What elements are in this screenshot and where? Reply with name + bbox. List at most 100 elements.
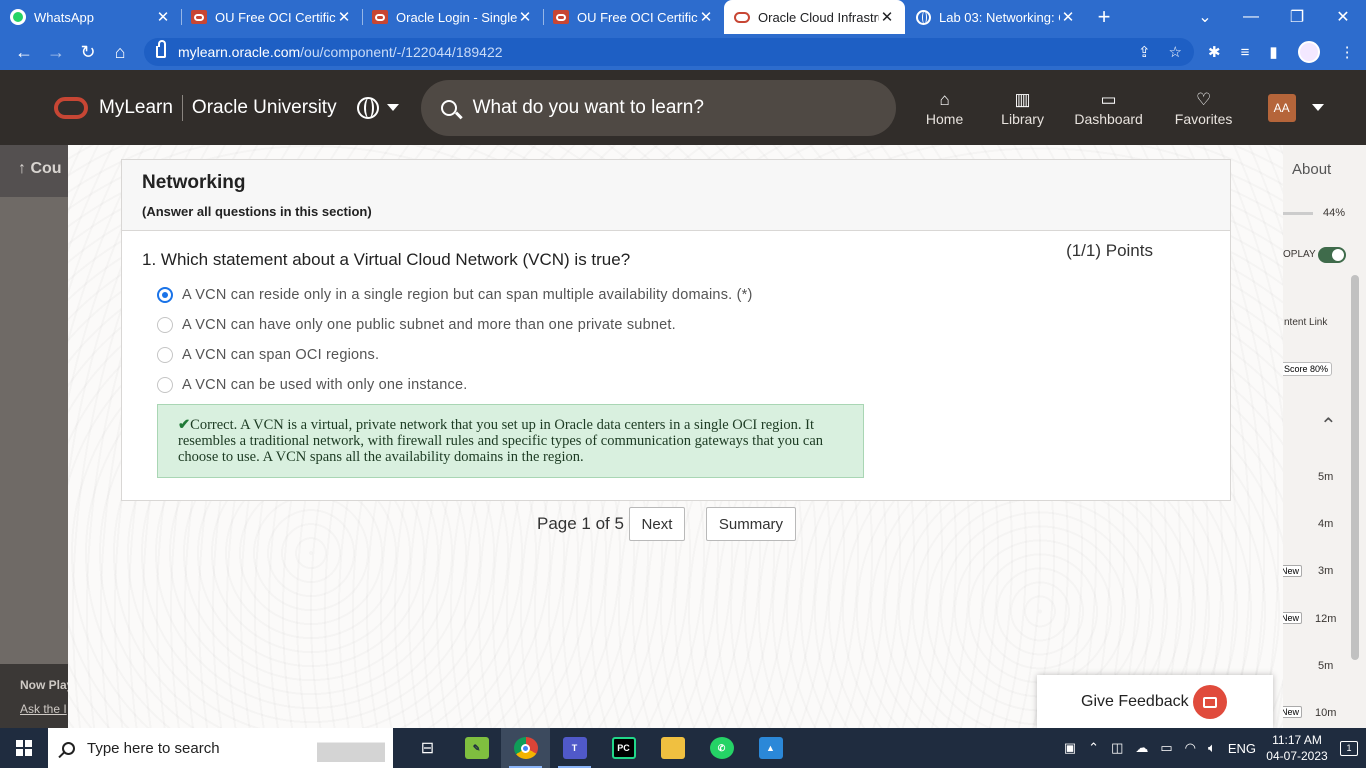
search-icon <box>62 741 75 755</box>
globe-icon[interactable] <box>356 96 379 119</box>
background-left-panel <box>0 145 68 728</box>
new-badge: New <box>1280 565 1302 577</box>
news-widget-icon[interactable]: ▣ <box>1064 740 1076 756</box>
summary-button[interactable]: Summary <box>705 507 796 541</box>
page-indicator: Page 1 of 5 <box>537 514 624 533</box>
tab-ou-free-oci-1[interactable]: OU Free OCI Certificat ✕ <box>181 0 362 34</box>
next-button[interactable]: Next <box>628 507 685 541</box>
teams-icon[interactable]: T <box>550 728 599 768</box>
ask-link[interactable]: Ask the I <box>20 702 68 716</box>
tab-lab-03-networking[interactable]: Lab 03: Networking: O ✕ <box>905 0 1086 34</box>
reload-icon[interactable]: ↻ <box>72 36 104 68</box>
start-button[interactable] <box>0 728 48 768</box>
clock-time: 11:17 AM <box>1272 733 1322 747</box>
battery-icon[interactable]: ▭ <box>1160 740 1172 756</box>
share-icon[interactable]: ⇪ <box>1138 43 1151 61</box>
taskbar-apps: ⊟ ✎ T PC ✆ ▲ <box>403 728 795 768</box>
tab-oracle-cloud-infrastructure[interactable]: Oracle Cloud Infrastru ✕ <box>724 0 905 34</box>
new-tab-button[interactable]: + <box>1086 0 1122 34</box>
radio-unchecked[interactable] <box>157 377 173 393</box>
search-placeholder: What do you want to learn? <box>472 96 704 118</box>
profile-avatar[interactable] <box>1297 41 1320 63</box>
tab-oracle-login[interactable]: Oracle Login - Single S ✕ <box>362 0 543 34</box>
chevron-down-icon[interactable] <box>1311 104 1324 111</box>
content-link[interactable]: ntent Link <box>1284 317 1327 328</box>
pycharm-icon[interactable]: PC <box>599 728 648 768</box>
notification-center-icon[interactable]: 1 <box>1332 740 1366 756</box>
taskbar-search-input[interactable]: Type here to search <box>48 728 393 768</box>
file-explorer-icon[interactable] <box>648 728 697 768</box>
quiz-modal: Networking (Answer all questions in this… <box>68 145 1283 728</box>
whatsapp-icon[interactable]: ✆ <box>697 728 746 768</box>
nav-home[interactable]: ⌂ Home <box>906 89 984 127</box>
back-arrow-icon[interactable]: ← <box>8 36 40 68</box>
photos-icon[interactable]: ▲ <box>746 728 795 768</box>
volume-icon[interactable]: 🔈︎ <box>1208 740 1216 756</box>
tab-search-chevron-icon[interactable]: ⌄ <box>1182 7 1228 27</box>
more-menu-icon[interactable]: ⋮ <box>1340 43 1355 61</box>
option-text: A VCN can be used with only one instance… <box>182 377 468 393</box>
chevron-down-icon[interactable] <box>386 104 399 111</box>
restore-button[interactable]: ❐ <box>1274 7 1320 27</box>
brand-name[interactable]: MyLearn <box>99 97 173 119</box>
clock[interactable]: 11:17 AM 04-07-2023 <box>1262 732 1332 764</box>
nav-favorites[interactable]: ♡ Favorites <box>1156 89 1252 127</box>
mylearn-header: MyLearn Oracle University What do you wa… <box>0 70 1366 145</box>
progress-bar <box>1283 212 1313 215</box>
notepad-icon[interactable]: ✎ <box>452 728 501 768</box>
side-panel-icon[interactable]: ▮ <box>1269 43 1277 61</box>
wifi-icon[interactable]: ◠ <box>1185 740 1196 756</box>
language-indicator[interactable]: ENG <box>1228 741 1256 756</box>
scrollbar[interactable] <box>1351 275 1359 660</box>
lock-icon[interactable] <box>156 40 166 58</box>
radio-unchecked[interactable] <box>157 317 173 333</box>
chrome-icon[interactable] <box>501 728 550 768</box>
media-control-icon[interactable]: ≡ <box>1241 44 1250 61</box>
close-icon[interactable]: ✕ <box>879 8 895 26</box>
home-icon[interactable]: ⌂ <box>104 36 136 68</box>
task-view-icon[interactable]: ⊟ <box>403 728 452 768</box>
back-to-course[interactable]: ↑ Cou <box>0 145 68 197</box>
score-badge: Score 80% <box>1280 362 1332 376</box>
forward-arrow-icon[interactable]: → <box>40 36 72 68</box>
onedrive-icon[interactable]: ☁ <box>1135 740 1148 756</box>
about-tab[interactable]: About <box>1292 161 1331 178</box>
close-icon[interactable]: ✕ <box>517 8 533 26</box>
radio-unchecked[interactable] <box>157 347 173 363</box>
bookmark-star-icon[interactable]: ☆ <box>1169 43 1182 61</box>
close-icon[interactable]: ✕ <box>698 8 714 26</box>
address-bar[interactable]: mylearn.oracle.com/ou/component/-/122044… <box>144 38 1194 66</box>
oracle-logo[interactable] <box>54 96 88 119</box>
chevron-up-icon[interactable]: ⌃ <box>1088 740 1099 756</box>
option-text: A VCN can have only one public subnet an… <box>182 317 676 333</box>
user-avatar[interactable]: AA <box>1267 93 1296 122</box>
chevron-up-icon[interactable]: ⌃ <box>1320 413 1337 438</box>
close-icon[interactable]: ✕ <box>1060 8 1076 26</box>
tab-title: WhatsApp <box>34 9 94 25</box>
nav-library[interactable]: ▥ Library <box>984 89 1062 127</box>
answer-option[interactable]: A VCN can be used with only one instance… <box>157 370 753 400</box>
give-feedback-button[interactable]: Give Feedback <box>1037 675 1273 728</box>
org-name: Oracle University <box>191 96 337 118</box>
search-input[interactable]: What do you want to learn? <box>420 79 896 136</box>
answer-option[interactable]: A VCN can reside only in a single region… <box>157 280 753 310</box>
radio-checked[interactable] <box>157 287 173 303</box>
tab-title: Oracle Cloud Infrastru <box>758 9 879 25</box>
duration: 3m <box>1318 565 1334 577</box>
answer-option[interactable]: A VCN can have only one public subnet an… <box>157 310 753 340</box>
option-text: A VCN can reside only in a single region… <box>182 287 753 303</box>
meet-icon[interactable]: ◫ <box>1111 740 1123 756</box>
tab-ou-free-oci-2[interactable]: OU Free OCI Certificat ✕ <box>543 0 724 34</box>
autoplay-label: OPLAY <box>1283 249 1316 260</box>
nav-dashboard[interactable]: ▭ Dashboard <box>1062 89 1156 127</box>
close-window-button[interactable]: ✕ <box>1320 7 1366 27</box>
tab-whatsapp[interactable]: WhatsApp ✕ <box>0 0 181 34</box>
minimize-button[interactable]: — <box>1228 8 1274 26</box>
autoplay-toggle[interactable] <box>1318 247 1346 263</box>
clock-date: 04-07-2023 <box>1266 749 1328 763</box>
extensions-puzzle-icon[interactable]: ✱ <box>1208 43 1221 61</box>
close-icon[interactable]: ✕ <box>155 8 171 26</box>
answer-option[interactable]: A VCN can span OCI regions. <box>157 340 753 370</box>
close-icon[interactable]: ✕ <box>336 8 352 26</box>
heart-icon: ♡ <box>1195 89 1212 109</box>
